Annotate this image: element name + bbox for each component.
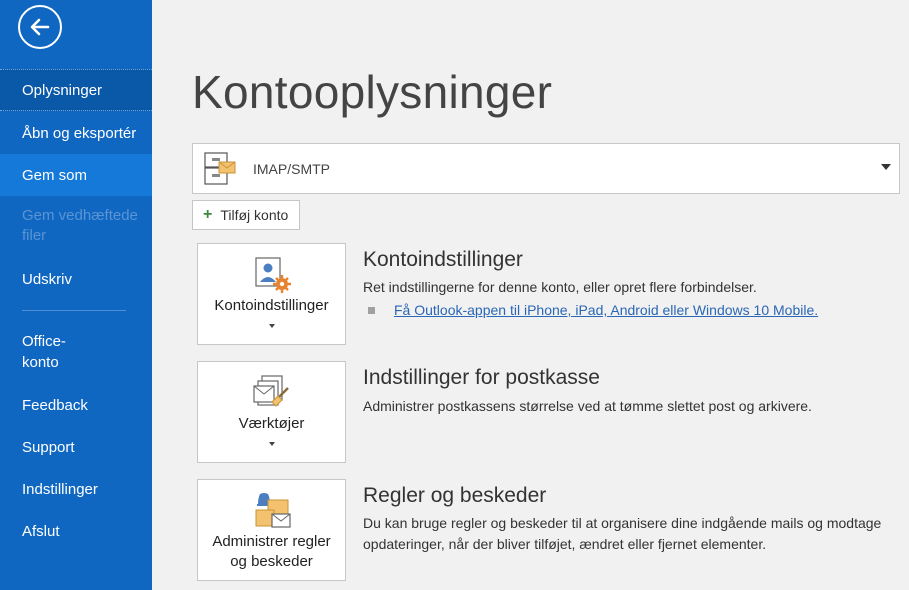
account-settings-tile[interactable]: Kontoindstillinger bbox=[197, 243, 346, 345]
chevron-down-icon bbox=[268, 324, 275, 328]
backstage-sidebar: Oplysninger Åbn og eksportér Gem som Gem… bbox=[0, 0, 152, 590]
outlook-app-link[interactable]: Få Outlook-appen til iPhone, iPad, Andro… bbox=[394, 302, 818, 318]
sidebar-item-gem-som[interactable]: Gem som bbox=[0, 154, 152, 196]
sidebar-item-support[interactable]: Support bbox=[0, 426, 152, 468]
sidebar-item-feedback[interactable]: Feedback bbox=[0, 384, 152, 426]
tile-label: Værktøjer bbox=[238, 415, 305, 432]
sidebar-item-label: Afslut bbox=[22, 522, 60, 540]
mailbox-tools-icon bbox=[252, 375, 289, 407]
tile-label-line2: og beskeder bbox=[230, 553, 313, 570]
sidebar-item-label: Åbn og eksportér bbox=[22, 124, 137, 142]
sidebar-item-oplysninger[interactable]: Oplysninger bbox=[0, 69, 152, 111]
sidebar-item-label: Feedback bbox=[22, 396, 88, 414]
sidebar-item-label: Udskriv bbox=[22, 270, 73, 288]
sidebar-item-label: Office-konto bbox=[22, 333, 66, 371]
chevron-down-icon bbox=[268, 442, 275, 446]
sidebar-item-afslut[interactable]: Afslut bbox=[0, 510, 152, 552]
tools-tile[interactable]: Værktøjer bbox=[197, 361, 346, 463]
account-mail-icon bbox=[204, 151, 236, 185]
page-title: Kontooplysninger bbox=[192, 66, 553, 118]
sidebar-item-udskriv[interactable]: Udskriv bbox=[0, 258, 152, 300]
account-selector-dropdown[interactable]: IMAP/SMTP bbox=[192, 143, 900, 194]
rules-alerts-icon bbox=[255, 493, 291, 528]
tile-label: Kontoindstillinger bbox=[214, 297, 329, 314]
sidebar-divider bbox=[22, 310, 126, 311]
section-title-rules-and-alerts: Regler og beskeder bbox=[363, 484, 547, 507]
section-description: Administrer postkassens størrelse ved at… bbox=[363, 398, 812, 414]
account-settings-icon bbox=[254, 257, 291, 293]
arrow-left-icon bbox=[30, 18, 50, 36]
chevron-down-icon bbox=[881, 164, 891, 170]
sidebar-item-label: Oplysninger bbox=[22, 81, 103, 99]
sidebar-item-office-konto[interactable]: Office-konto bbox=[0, 331, 90, 373]
bullet-square-icon bbox=[368, 307, 375, 314]
plus-icon: + bbox=[203, 206, 213, 223]
sidebar-item-label: Gem vedhæftede filer bbox=[22, 207, 138, 244]
account-selector-value: IMAP/SMTP bbox=[253, 160, 331, 177]
back-button[interactable] bbox=[18, 5, 62, 49]
manage-rules-tile[interactable]: Administrer regler og beskeder bbox=[197, 479, 346, 581]
section-description: Du kan bruge regler og beskeder til at o… bbox=[363, 515, 882, 552]
sidebar-item-gem-vedhaeftede-filer: Gem vedhæftede filer bbox=[0, 206, 140, 248]
tile-label-line1: Administrer regler bbox=[212, 533, 331, 550]
add-account-label: Tilføj konto bbox=[220, 207, 289, 223]
add-account-button[interactable]: + Tilføj konto bbox=[192, 200, 301, 230]
section-title-account-settings: Kontoindstillinger bbox=[363, 248, 523, 271]
section-description: Ret indstillingerne for denne konto, ell… bbox=[363, 279, 757, 295]
sidebar-item-label: Support bbox=[22, 438, 75, 456]
sidebar-item-label: Indstillinger bbox=[22, 480, 98, 498]
section-title-mailbox-settings: Indstillinger for postkasse bbox=[363, 366, 600, 389]
sidebar-item-label: Gem som bbox=[22, 166, 88, 184]
sidebar-item-indstillinger[interactable]: Indstillinger bbox=[0, 468, 152, 510]
sidebar-item-aabn-og-eksporter[interactable]: Åbn og eksportér bbox=[0, 112, 152, 154]
